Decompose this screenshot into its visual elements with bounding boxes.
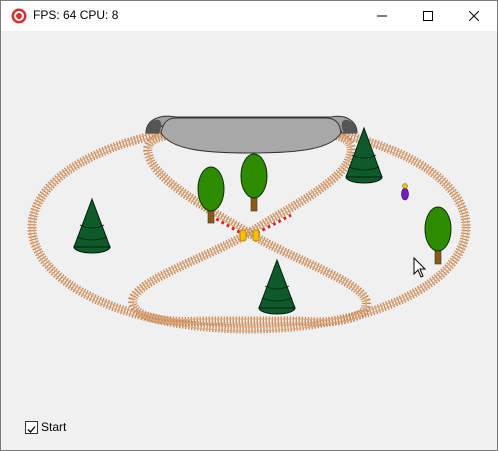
checkmark-icon [27, 425, 36, 433]
close-icon [469, 11, 479, 21]
close-button[interactable] [451, 1, 497, 31]
pine-tree-center [258, 258, 296, 315]
app-window: FPS: 64 CPU: 8 Start [0, 0, 498, 451]
crossing-barrier-left [210, 214, 242, 235]
tunnel [145, 115, 358, 154]
window-title: FPS: 64 CPU: 8 [33, 8, 119, 22]
tree-right-center [240, 153, 268, 212]
maximize-button[interactable] [405, 1, 451, 31]
railway-scene[interactable] [1, 31, 497, 450]
tree-far-right [424, 206, 452, 265]
minimize-icon [377, 15, 387, 17]
start-control[interactable]: Start [25, 419, 66, 435]
app-icon [11, 8, 27, 24]
mouse-cursor-icon [413, 256, 427, 278]
pine-tree-left [73, 197, 111, 254]
minimize-button[interactable] [359, 1, 405, 31]
maximize-icon [423, 11, 433, 21]
person-figure [401, 183, 409, 201]
title-bar[interactable]: FPS: 64 CPU: 8 [1, 1, 497, 31]
start-label: Start [41, 420, 67, 434]
start-checkbox[interactable] [25, 420, 38, 434]
